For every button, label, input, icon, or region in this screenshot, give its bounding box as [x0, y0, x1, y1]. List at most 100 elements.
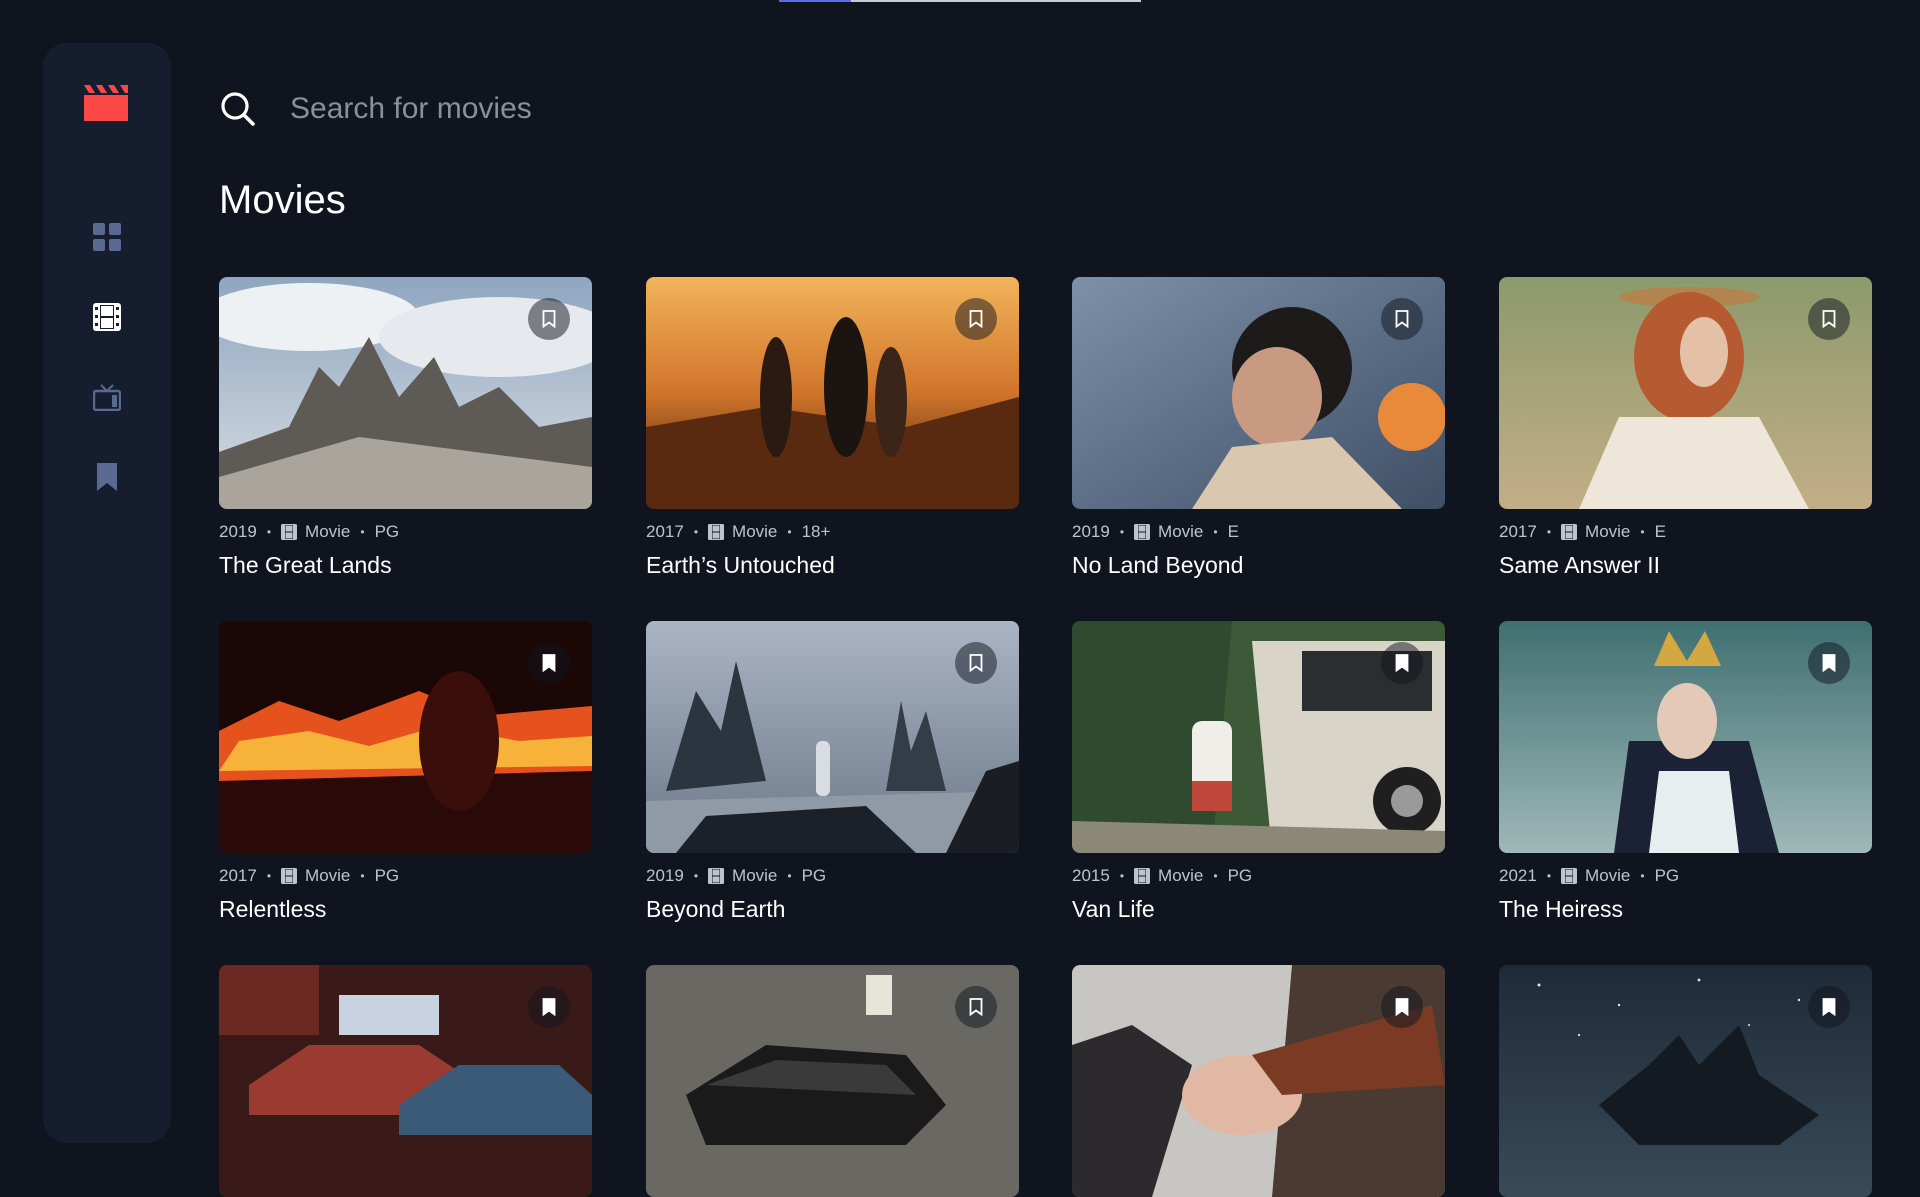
film-icon [708, 524, 725, 540]
bookmark-icon [969, 310, 983, 328]
nav-movies[interactable] [91, 301, 123, 333]
movie-title[interactable]: Beyond Earth [646, 896, 1019, 923]
film-icon [708, 868, 725, 884]
movie-card[interactable]: 2021 • Movie • PG The Heiress [1499, 621, 1872, 923]
bookmark-button[interactable] [528, 298, 570, 340]
movie-meta: 2021 • Movie • PG [1499, 866, 1872, 886]
separator-dot: • [1213, 869, 1218, 883]
movie-thumbnail[interactable] [1499, 965, 1872, 1197]
bookmark-button[interactable] [1381, 642, 1423, 684]
nav-home[interactable] [91, 221, 123, 253]
loading-progress-bar [779, 0, 1141, 2]
movie-rating: PG [374, 866, 400, 885]
search-bar [220, 85, 1870, 133]
film-icon [281, 868, 298, 884]
movie-title[interactable]: The Heiress [1499, 896, 1872, 923]
movie-title[interactable]: Earth’s Untouched [646, 552, 1019, 579]
movie-thumbnail[interactable] [1072, 621, 1445, 853]
movie-card[interactable]: 2017 • Movie • E Same Answer II [1499, 277, 1872, 579]
movie-thumbnail[interactable] [219, 965, 592, 1197]
bookmark-button[interactable] [1381, 986, 1423, 1028]
page-title: Movies [219, 178, 346, 222]
movie-category: Movie [305, 866, 351, 885]
movie-meta: 2017 • Movie • 18+ [646, 522, 1019, 542]
movie-card[interactable] [219, 965, 592, 1197]
bookmark-filled-icon [1395, 998, 1409, 1016]
movie-meta: 2017 • Movie • PG [219, 866, 592, 886]
bookmark-icon [542, 310, 556, 328]
movie-thumbnail[interactable] [646, 277, 1019, 509]
tv-series-icon [93, 384, 121, 411]
movie-rating: PG [374, 522, 400, 541]
separator-dot: • [787, 525, 792, 539]
movie-year: 2017 [1499, 522, 1537, 541]
movie-rating: PG [1227, 866, 1253, 885]
bookmark-button[interactable] [955, 642, 997, 684]
movie-category: Movie [1585, 866, 1631, 885]
movie-card[interactable] [646, 965, 1019, 1197]
movie-rating: 18+ [801, 522, 831, 541]
bookmark-icon [1395, 310, 1409, 328]
separator-dot: • [787, 869, 792, 883]
movie-meta: 2019 • Movie • PG [646, 866, 1019, 886]
movie-thumbnail[interactable] [219, 277, 592, 509]
bookmark-button[interactable] [955, 298, 997, 340]
bookmark-filled-icon [542, 998, 556, 1016]
bookmark-filled-icon [1395, 654, 1409, 672]
movie-thumbnail[interactable] [646, 965, 1019, 1197]
app-logo-icon[interactable] [84, 85, 128, 121]
movie-title[interactable]: Relentless [219, 896, 592, 923]
film-icon [1134, 524, 1151, 540]
movie-rating: E [1227, 522, 1239, 541]
movie-card[interactable]: 2019 • Movie • PG The Great Lands [219, 277, 592, 579]
bookmark-button[interactable] [1808, 298, 1850, 340]
movie-title[interactable]: Van Life [1072, 896, 1445, 923]
movie-title[interactable]: No Land Beyond [1072, 552, 1445, 579]
movie-rating: E [1654, 522, 1666, 541]
movie-title[interactable]: The Great Lands [219, 552, 592, 579]
movie-year: 2017 [646, 522, 684, 541]
movie-thumbnail[interactable] [219, 621, 592, 853]
home-grid-icon [93, 223, 121, 251]
bookmark-button[interactable] [1808, 986, 1850, 1028]
movie-thumbnail[interactable] [1072, 965, 1445, 1197]
movie-thumbnail[interactable] [1499, 621, 1872, 853]
film-icon [1561, 524, 1578, 540]
movie-category: Movie [305, 522, 351, 541]
search-input[interactable] [290, 92, 1190, 126]
movie-thumbnail[interactable] [646, 621, 1019, 853]
movie-card[interactable] [1499, 965, 1872, 1197]
movie-thumbnail[interactable] [1499, 277, 1872, 509]
movie-card[interactable]: 2017 • Movie • PG Relentless [219, 621, 592, 923]
movie-year: 2019 [1072, 522, 1110, 541]
bookmark-button[interactable] [528, 986, 570, 1028]
movie-thumbnail[interactable] [1072, 277, 1445, 509]
separator-dot: • [1546, 869, 1552, 883]
movie-card[interactable]: 2019 • Movie • PG Beyond Earth [646, 621, 1019, 923]
bookmark-button[interactable] [955, 986, 997, 1028]
movie-card[interactable] [1072, 965, 1445, 1197]
movie-category: Movie [1158, 522, 1204, 541]
movie-category: Movie [1585, 522, 1631, 541]
movie-card[interactable]: 2019 • Movie • E No Land Beyond [1072, 277, 1445, 579]
bookmark-icon [97, 463, 117, 491]
nav-tv-series[interactable] [91, 381, 123, 413]
movie-year: 2019 [646, 866, 684, 885]
separator-dot: • [360, 869, 365, 883]
bookmark-button[interactable] [1808, 642, 1850, 684]
movie-card[interactable]: 2017 • Movie • 18+ Earth’s Untouched [646, 277, 1019, 579]
bookmark-button[interactable] [1381, 298, 1423, 340]
separator-dot: • [693, 525, 699, 539]
bookmark-button[interactable] [528, 642, 570, 684]
movie-card[interactable]: 2015 • Movie • PG Van Life [1072, 621, 1445, 923]
movie-category: Movie [732, 522, 778, 541]
movie-meta: 2017 • Movie • E [1499, 522, 1872, 542]
bookmark-icon [969, 998, 983, 1016]
movie-title[interactable]: Same Answer II [1499, 552, 1872, 579]
separator-dot: • [360, 525, 365, 539]
movies-icon [93, 303, 121, 331]
separator-dot: • [1119, 869, 1125, 883]
film-icon [1561, 868, 1578, 884]
movie-meta: 2015 • Movie • PG [1072, 866, 1445, 886]
nav-bookmarks[interactable] [91, 461, 123, 493]
